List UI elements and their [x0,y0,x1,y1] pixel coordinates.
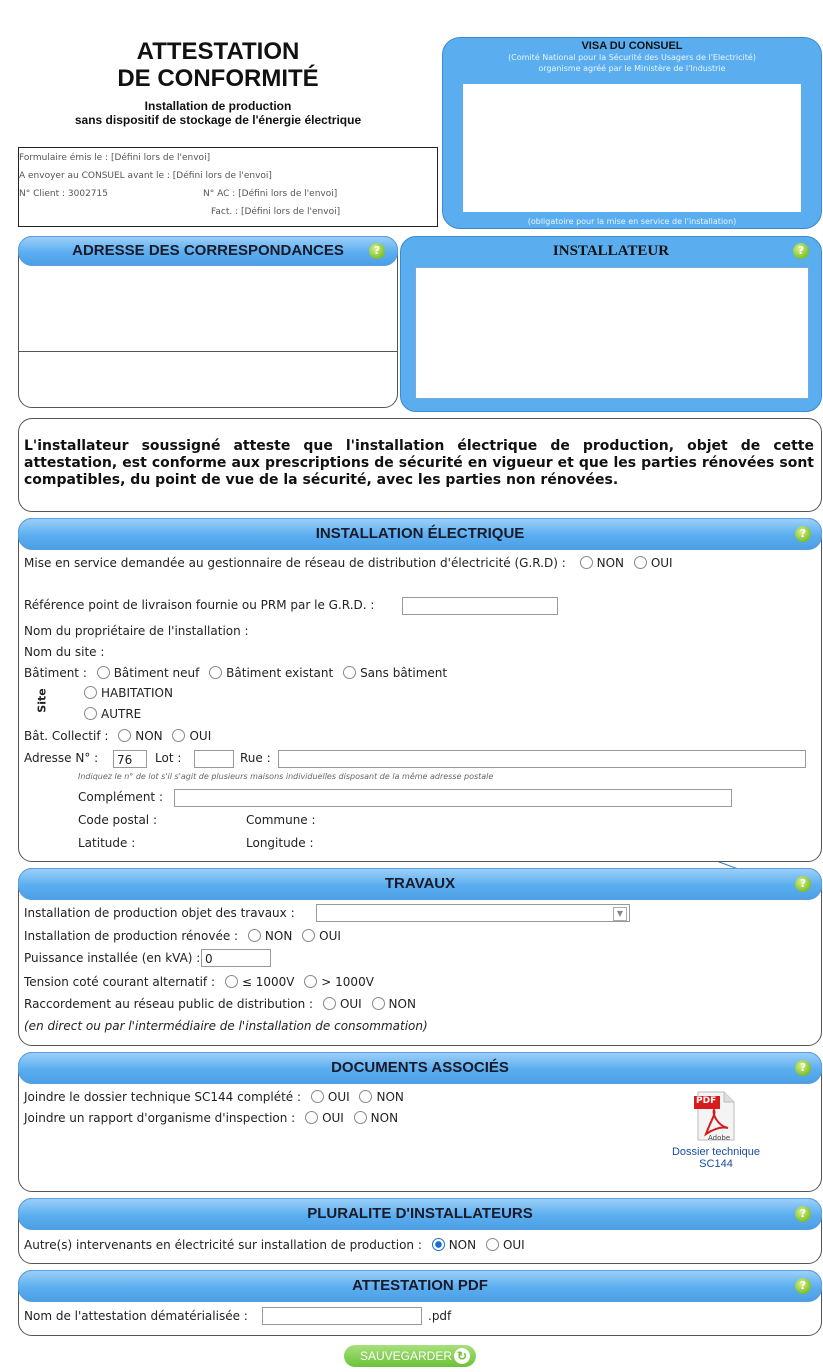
collectif-row: Bât. Collectif : NON OUI [24,729,212,743]
habitation-row: HABITATION [78,686,173,700]
tension-row: Tension coté courant alternatif : ≤ 1000… [24,975,374,989]
code-postal-label: Code postal : [78,813,157,827]
collectif-non-radio[interactable] [118,729,132,742]
sc144-row: Joindre le dossier technique SC144 compl… [24,1090,404,1104]
renovee-oui-radio[interactable] [302,929,316,942]
mise-service-oui-radio[interactable] [633,556,647,569]
tension-gt1000-radio[interactable] [304,975,318,988]
site-name-label: Nom du site : [24,645,105,659]
commune-label: Commune : [246,813,316,827]
pdf-name-label: Nom de l'attestation dématérialisée : [24,1309,248,1323]
lot-input[interactable] [194,750,234,768]
pluralite-oui-radio[interactable] [485,1238,499,1251]
sc144-non-radio[interactable] [359,1090,373,1103]
complement-label: Complément : [78,790,163,804]
visa-subtitle-1: (Comité National pour la Sécurité des Us… [508,53,756,62]
conformity-statement: L'installateur soussigné atteste que l'i… [24,438,814,488]
pluralite-header: PLURALITE D'INSTALLATEURS ? [18,1198,822,1230]
help-icon[interactable]: ? [793,243,809,259]
rue-label: Rue : [240,751,271,765]
raccordement-non-radio[interactable] [371,997,385,1010]
installateur-panel: INSTALLATEUR ? [400,236,822,412]
help-icon[interactable]: ? [795,1278,811,1294]
pdf-extension: .pdf [428,1309,452,1323]
batiment-existant-radio[interactable] [209,666,223,679]
page-subtitle: Installation de production sans disposit… [74,99,362,127]
collectif-oui-radio[interactable] [172,729,186,742]
visa-consuel-panel: VISA DU CONSUEL (Comité National pour la… [442,37,822,229]
installateur-title: INSTALLATEUR [552,243,670,259]
visa-stamp-area [463,84,801,212]
adresse-label: Adresse N° : [24,751,99,765]
reference-input[interactable] [402,597,558,615]
form-info-box: Formulaire émis le : [Défini lors de l'e… [18,147,438,227]
raccordement-note: (en direct ou par l'intermédiaire de l'i… [24,1019,428,1033]
pluralite-non-radio[interactable] [431,1238,445,1251]
rapport-row: Joindre un rapport d'organisme d'inspect… [24,1111,399,1125]
issued-date: Formulaire émis le : [Défini lors de l'e… [19,153,211,163]
sans-batiment-radio[interactable] [343,666,357,679]
save-button[interactable]: SAUVEGARDER ↻ [344,1345,476,1367]
installation-electrique-header: INSTALLATION ÉLECTRIQUE ? [18,518,822,550]
documents-header: DOCUMENTS ASSOCIÉS ? [18,1052,822,1084]
ac-number: N° AC : [Défini lors de l'envoi] [203,189,338,199]
longitude-label: Longitude : [246,836,314,850]
tension-le1000-radio[interactable] [224,975,238,988]
rapport-non-radio[interactable] [353,1111,367,1124]
raccordement-row: Raccordement au réseau public de distrib… [24,997,416,1011]
send-before-date: A envoyer au CONSUEL avant le : [Défini … [19,171,272,181]
raccordement-oui-radio[interactable] [322,997,336,1010]
correspondances-header: ADRESSE DES CORRESPONDANCES ? [18,236,398,266]
refresh-icon: ↻ [454,1348,470,1364]
pluralite-row: Autre(s) intervenants en électricité sur… [24,1238,525,1252]
attestation-pdf-header: ATTESTATION PDF ? [18,1270,822,1302]
objet-travaux-label: Installation de production objet des tra… [24,906,295,920]
sc144-oui-radio[interactable] [310,1090,324,1103]
dossier-technique-link[interactable]: Dossier technique SC144 [668,1146,764,1170]
latitude-label: Latitude : [78,836,136,850]
pdf-name-input[interactable] [262,1307,422,1325]
visa-title: VISA DU CONSUEL [581,40,683,52]
mise-service-non-radio[interactable] [579,556,593,569]
batiment-row: Bâtiment : Bâtiment neuf Bâtiment exista… [24,666,448,680]
help-icon[interactable]: ? [795,876,811,892]
puissance-input[interactable]: 0 [201,949,271,967]
rue-input[interactable] [278,750,806,768]
habitation-radio[interactable] [84,686,97,699]
rapport-oui-radio[interactable] [305,1111,319,1124]
proprietaire-label: Nom du propriétaire de l'installation : [24,624,249,638]
renovee-row: Installation de production rénovée : NON… [24,929,341,943]
help-icon[interactable]: ? [795,526,811,542]
help-icon[interactable]: ? [369,243,385,259]
batiment-neuf-radio[interactable] [96,666,110,679]
fact-number: Fact. : [Défini lors de l'envoi] [211,207,341,217]
page-title: ATTESTATION DE CONFORMITÉ [117,38,319,92]
pdf-icon[interactable]: PDF Adobe [694,1090,736,1142]
numero-input[interactable]: 76 [113,750,147,768]
autre-row: AUTRE [78,707,141,721]
help-icon[interactable]: ? [795,1060,811,1076]
client-number: N° Client : 3002715 [19,189,108,199]
visa-subtitle-2: organisme agréé par le Ministère de l'In… [538,64,726,73]
lot-label: Lot : [155,751,182,765]
renovee-non-radio[interactable] [247,929,261,942]
autre-radio[interactable] [84,707,97,720]
site-vertical-label: Site [35,688,49,713]
lot-hint: Indiquez le n° de lot s'il s'agit de plu… [78,772,494,781]
complement-input[interactable] [174,789,732,807]
chevron-down-icon: ▼ [613,907,627,921]
reference-label: Référence point de livraison fournie ou … [24,598,375,612]
travaux-header: TRAVAUX ? [18,868,822,900]
installateur-textarea[interactable] [415,267,809,399]
mise-en-service-row: Mise en service demandée au gestionnaire… [24,556,673,570]
visa-footer: (obligatoire pour la mise en service de … [527,217,737,226]
help-icon[interactable]: ? [795,1206,811,1222]
puissance-label: Puissance installée (en kVA) : [24,951,201,965]
objet-travaux-select[interactable]: ▼ [316,904,630,922]
